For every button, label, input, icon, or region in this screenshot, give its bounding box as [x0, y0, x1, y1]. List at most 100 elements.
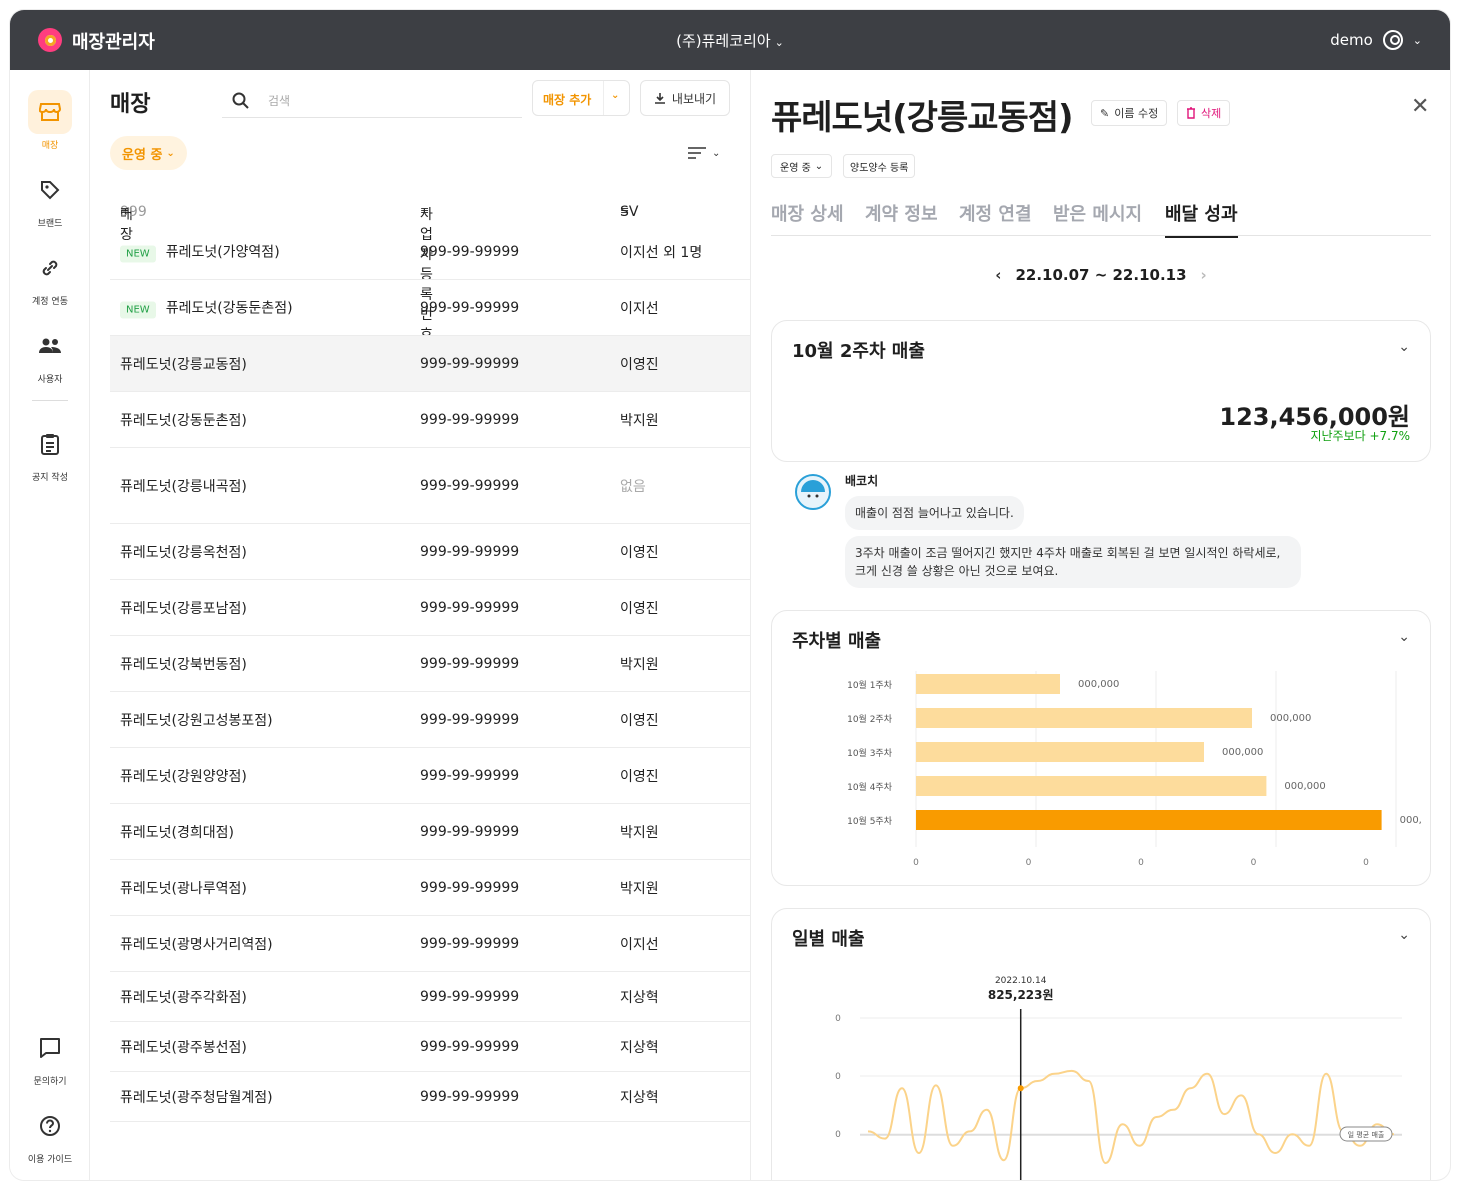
x-tick-label: 0 [1026, 858, 1032, 868]
table-row[interactable]: 퓨레도넛(강동둔촌점) 999-99-99999 박지원 [110, 392, 750, 448]
table-row[interactable]: 퓨레도넛(강원고성봉포점) 999-99-99999 이영진 [110, 692, 750, 748]
bar[interactable] [916, 742, 1204, 762]
coach-name: 배코치 [845, 474, 879, 488]
y-tick-label: 0 [835, 1014, 841, 1024]
period-label: 22.10.07 ~ 22.10.13 [1015, 266, 1187, 284]
divider [603, 81, 604, 115]
sv-cell: 박지원 [620, 824, 659, 841]
tab-delivery-performance[interactable]: 배달 성과 [1165, 200, 1238, 238]
chevron-down-icon[interactable]: ⌄ [1398, 629, 1410, 645]
delete-button[interactable]: 삭제 [1177, 100, 1231, 126]
x-tick-label: 0 [1251, 858, 1257, 868]
sidebar-item-inquiry[interactable]: 문의하기 [10, 1026, 90, 1087]
chevron-down-icon[interactable]: ⌄ [1398, 339, 1410, 355]
tab-contract[interactable]: 계약 정보 [865, 200, 938, 236]
status-filter-label: 운영 중 [122, 147, 163, 163]
table-row[interactable]: 퓨레도넛(강북번동점) 999-99-99999 박지원 [110, 636, 750, 692]
rename-button[interactable]: ✎ 이름 수정 [1091, 100, 1168, 126]
sv-cell: 박지원 [620, 656, 659, 673]
user-circle-icon [1382, 30, 1403, 50]
store-name: 퓨레도넛(강동둔촌점) [120, 412, 247, 429]
close-icon[interactable]: ✕ [1411, 94, 1429, 119]
export-button[interactable]: 내보내기 [640, 80, 730, 116]
sidebar-item-notice[interactable]: 공지 작성 [10, 422, 90, 483]
biz-number-cell: 999-99-99999 [420, 1088, 520, 1105]
tab-messages[interactable]: 받은 메시지 [1053, 200, 1142, 236]
table-row[interactable]: 퓨레도넛(강릉내곡점) 999-99-99999 없음 [110, 448, 750, 524]
company-selector[interactable]: (주)퓨레코리아 ⌄ [10, 30, 1450, 51]
chevron-down-icon: ⌄ [814, 160, 824, 172]
bar[interactable] [916, 674, 1060, 694]
table-row[interactable]: 퓨레도넛(광나루역점) 999-99-99999 박지원 [110, 860, 750, 916]
sort-icon [688, 147, 706, 159]
table-row[interactable]: 퓨레도넛(광주봉선점) 999-99-99999 지상혁 [110, 1022, 750, 1072]
store-detail-panel: 퓨레도넛(강릉교동점) ✎ 이름 수정 삭제 ✕ 운영 중 ⌄ 양도양수 등록 매장… [750, 70, 1450, 1180]
sidebar-item-users[interactable]: 사용자 [10, 324, 90, 385]
chevron-left-icon[interactable]: ‹ [995, 266, 1001, 284]
search-input[interactable]: 검색 [222, 84, 522, 118]
sidebar-item-account-link[interactable]: 계정 연동 [10, 246, 90, 307]
chevron-down-icon: ⌄ [1412, 33, 1422, 47]
weekly-sales-bar-chart: 10월 1주차 000,000 10월 2주차 000,000 10월 3주차 000,0… [847, 671, 1422, 868]
sidebar-item-label: 공지 작성 [32, 473, 68, 483]
chevron-down-icon[interactable]: ⌄ [1398, 927, 1410, 943]
table-row[interactable]: NEW 퓨레도넛(강동둔촌점) 999-99-99999 이지선 [110, 280, 750, 336]
x-tick-label: 0 [1363, 858, 1369, 868]
bar[interactable] [916, 776, 1267, 796]
y-tick-label: 0 [835, 1130, 841, 1140]
clipboard-icon [28, 422, 72, 466]
status-dropdown[interactable]: 운영 중 ⌄ [771, 154, 833, 178]
table-row[interactable]: 퓨레도넛(경희대점) 999-99-99999 박지원 [110, 804, 750, 860]
tag-icon [28, 168, 72, 212]
table-row[interactable]: 퓨레도넛(강원양양점) 999-99-99999 이영진 [110, 748, 750, 804]
search-placeholder: 검색 [268, 94, 291, 108]
tab-store-detail[interactable]: 매장 상세 [771, 200, 844, 236]
table-row[interactable]: 퓨레도넛(강릉포남점) 999-99-99999 이영진 [110, 580, 750, 636]
help-icon [28, 1104, 72, 1148]
store-name-cell: 퓨레도넛(광명사거리역점) [120, 934, 273, 954]
category-label: 10월 4주차 [847, 781, 893, 793]
table-row[interactable]: 퓨레도넛(광주청담월계점) 999-99-99999 지상혁 [110, 1072, 750, 1122]
sidebar-item-stores[interactable]: 매장 [10, 90, 90, 151]
bar-value-label: 000,000 [1270, 713, 1311, 724]
daily-sales-chart-card: 일별 매출 ⌄ 00002022.10.14825,223원일 평균 매출 [771, 908, 1431, 1180]
bar[interactable] [916, 810, 1382, 830]
search-icon [232, 92, 249, 109]
store-name-cell: 퓨레도넛(광주봉선점) [120, 1037, 247, 1057]
table-row[interactable]: 퓨레도넛(강릉교동점) 999-99-99999 이영진 [110, 336, 750, 392]
biz-number-cell: 999-99-99999 [420, 543, 520, 560]
table-row[interactable]: 퓨레도넛(광명사거리역점) 999-99-99999 이지선 [110, 916, 750, 972]
tab-account-link[interactable]: 계정 연결 [959, 200, 1032, 236]
sales-line [867, 1069, 1395, 1165]
bar[interactable] [916, 708, 1252, 728]
biz-number-cell: 999-99-99999 [420, 477, 520, 494]
new-badge: NEW [120, 245, 156, 262]
sv-cell: 이지선 [620, 936, 659, 953]
biz-number-cell: 999-99-99999 [420, 355, 520, 372]
sidebar-item-guide[interactable]: 이용 가이드 [10, 1104, 90, 1165]
sidebar-divider [32, 400, 68, 401]
table-header: 매장 999 ≡ 사업자등록번호 ≡ SV ≡ [110, 180, 750, 343]
biz-number-cell: 999-99-99999 [420, 711, 520, 728]
transfer-register-button[interactable]: 양도양수 등록 [843, 154, 916, 178]
sv-cell: 지상혁 [620, 1089, 659, 1106]
status-filter-chip[interactable]: 운영 중 ⌄ [110, 136, 187, 170]
add-store-button[interactable]: 매장 추가 ⌄ [532, 80, 630, 116]
sidebar-item-brands[interactable]: 브랜드 [10, 168, 90, 229]
chevron-down-icon[interactable]: ⌄ [611, 90, 619, 101]
user-menu[interactable]: demo ⌄ [1330, 30, 1422, 50]
store-list-panel: 매장 검색 매장 추가 ⌄ 내보내기 운영 중 ⌄ ⌄ 매장 999 ≡ 사업자등… [110, 70, 750, 1180]
sort-button[interactable]: ⌄ [688, 146, 720, 163]
table-row[interactable]: NEW 퓨레도넛(가양역점) 999-99-99999 이지선 외 1명 [110, 224, 750, 280]
biz-number-cell: 999-99-99999 [420, 767, 520, 784]
store-name-cell: 퓨레도넛(강릉내곡점) [120, 476, 247, 496]
chevron-right-icon[interactable]: › [1201, 266, 1207, 284]
store-name: 퓨레도넛(강동둔촌점) [165, 300, 293, 316]
table-row[interactable]: 퓨레도넛(광주각화점) 999-99-99999 지상혁 [110, 972, 750, 1022]
hover-point[interactable] [1017, 1085, 1024, 1092]
store-name: 퓨레도넛(강원양양점) [120, 768, 247, 785]
company-name: (주)퓨레코리아 [676, 32, 771, 50]
table-row[interactable]: 퓨레도넛(강릉옥천점) 999-99-99999 이영진 [110, 524, 750, 580]
sidebar-item-label: 문의하기 [33, 1077, 67, 1087]
category-label: 10월 3주차 [847, 747, 893, 759]
